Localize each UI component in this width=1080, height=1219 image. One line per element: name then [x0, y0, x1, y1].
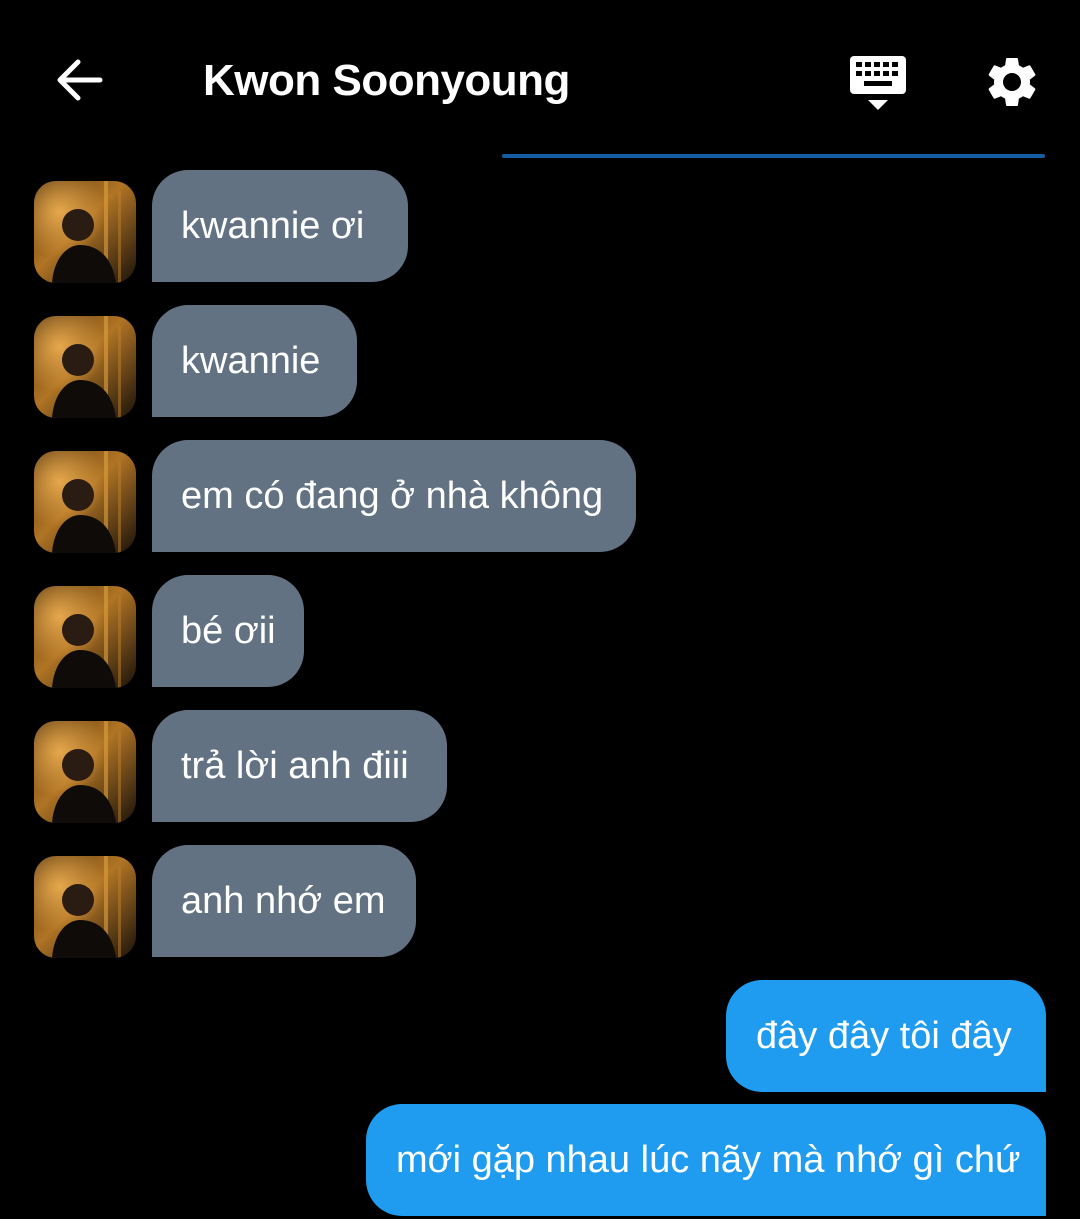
message-bubble[interactable]: em có đang ở nhà không	[152, 440, 636, 552]
message-bubble[interactable]: đây đây tôi đây	[726, 980, 1046, 1092]
keyboard-icon	[850, 56, 906, 110]
contact-name: Kwon Soonyoung	[203, 56, 570, 105]
avatar[interactable]	[34, 451, 136, 553]
keyboard-button[interactable]	[846, 52, 910, 112]
message-bubble[interactable]: kwannie	[152, 305, 357, 417]
arrow-left-icon	[57, 59, 103, 101]
message-bubble[interactable]: trả lời anh điii	[152, 710, 447, 822]
message-bubble[interactable]: anh nhớ em	[152, 845, 416, 957]
header-divider	[502, 154, 1045, 158]
message-bubble[interactable]: bé ơii	[152, 575, 304, 687]
message-bubble[interactable]: mới gặp nhau lúc nãy mà nhớ gì chứ	[366, 1104, 1046, 1216]
avatar[interactable]	[34, 316, 136, 418]
avatar[interactable]	[34, 721, 136, 823]
avatar[interactable]	[34, 181, 136, 283]
message-bubble[interactable]: kwannie ơi	[152, 170, 408, 282]
back-button[interactable]	[50, 52, 108, 108]
gear-icon	[988, 57, 1036, 106]
avatar[interactable]	[34, 586, 136, 688]
avatar[interactable]	[34, 856, 136, 958]
settings-button[interactable]	[982, 52, 1042, 112]
chat-header: Kwon Soonyoung	[0, 0, 1080, 160]
